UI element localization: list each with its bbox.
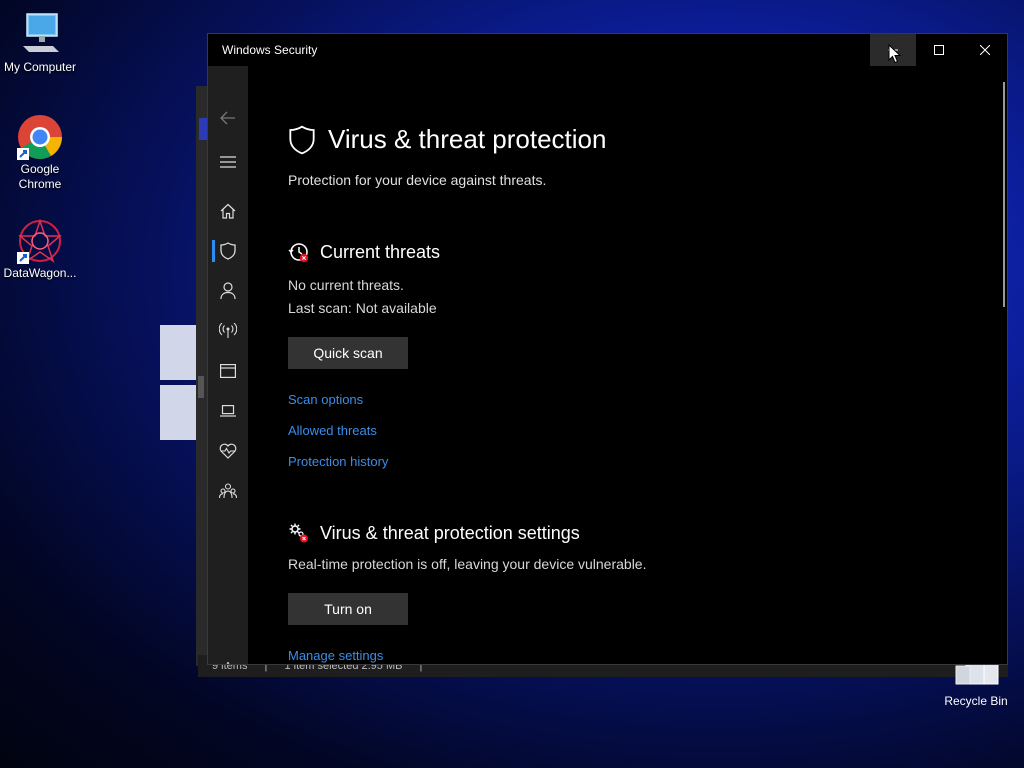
- back-arrow-icon: [220, 111, 235, 125]
- turn-on-button[interactable]: Turn on: [288, 593, 408, 625]
- window-icon: [220, 364, 236, 378]
- windows-security-window: Windows Security Virus & threat protecti…: [207, 33, 1008, 665]
- settings-warning-icon: [289, 523, 308, 543]
- realtime-protection-warning: Real-time protection is off, leaving you…: [288, 556, 647, 572]
- hamburger-icon: [220, 156, 236, 168]
- window-title: Windows Security: [222, 43, 318, 57]
- protection-history-link[interactable]: Protection history: [288, 454, 388, 469]
- laptop-icon: [220, 405, 236, 417]
- maximize-icon: [934, 45, 944, 55]
- nav-virus-threat[interactable]: [208, 233, 248, 269]
- navigation-rail: [208, 66, 248, 664]
- nav-family-options[interactable]: [208, 473, 248, 509]
- page-subtitle: Protection for your device against threa…: [288, 172, 547, 188]
- history-clock-icon: [288, 243, 309, 263]
- datawagon-icon: [17, 218, 63, 264]
- desktop-icon-label: DataWagon...: [3, 266, 77, 280]
- protection-settings-heading: Virus & threat protection settings: [320, 522, 580, 543]
- current-threats-header: Current threats: [288, 241, 440, 263]
- family-icon: [219, 483, 237, 499]
- menu-button[interactable]: [208, 144, 248, 180]
- desktop-icon-label: My Computer: [3, 60, 77, 74]
- nav-account-protection[interactable]: [208, 273, 248, 309]
- main-content: Virus & threat protection Protection for…: [248, 66, 1003, 664]
- threat-status: No current threats.: [288, 277, 404, 293]
- last-scan-text: Last scan: Not available: [288, 300, 437, 316]
- current-threats-heading: Current threats: [320, 241, 441, 262]
- desktop-icon-datawagon[interactable]: DataWagon...: [0, 218, 80, 280]
- quick-scan-button[interactable]: Quick scan: [288, 337, 408, 369]
- scan-options-link[interactable]: Scan options: [288, 392, 363, 407]
- mouse-cursor-icon: [888, 43, 902, 69]
- close-icon: [980, 45, 990, 55]
- protection-settings-header: Virus & threat protection settings: [288, 522, 580, 544]
- nav-home[interactable]: [208, 193, 248, 229]
- home-icon: [220, 203, 236, 219]
- scrollbar-thumb[interactable]: [1003, 82, 1005, 307]
- nav-device-health[interactable]: [208, 433, 248, 469]
- computer-icon: [17, 12, 63, 58]
- desktop-icon-recycle-bin[interactable]: Recycle Bin: [940, 659, 1012, 708]
- nav-app-browser-control[interactable]: [208, 353, 248, 389]
- allowed-threats-link[interactable]: Allowed threats: [288, 423, 377, 438]
- nav-settings[interactable]: [208, 652, 248, 664]
- shield-icon: [220, 242, 236, 260]
- shield-icon: [289, 125, 315, 154]
- desktop-icon-google-chrome[interactable]: Google Chrome: [0, 114, 80, 192]
- gear-icon: [222, 662, 234, 664]
- nav-firewall[interactable]: [208, 313, 248, 349]
- desktop-icon-label: Recycle Bin: [944, 694, 1008, 708]
- maximize-button[interactable]: [916, 34, 962, 66]
- back-button[interactable]: [208, 100, 248, 136]
- nav-device-security[interactable]: [208, 393, 248, 429]
- person-icon: [220, 282, 236, 300]
- page-title: Virus & threat protection: [328, 124, 607, 154]
- windows-logo-wallpaper: [160, 325, 200, 440]
- antenna-icon: [219, 323, 237, 338]
- close-button[interactable]: [962, 34, 1007, 66]
- desktop-icon-label: Google Chrome: [18, 162, 62, 191]
- chrome-icon: [17, 114, 63, 160]
- desktop-icon-my-computer[interactable]: My Computer: [0, 12, 80, 74]
- heart-icon: [219, 443, 237, 459]
- page-header: Virus & threat protection: [288, 124, 606, 155]
- manage-settings-link[interactable]: Manage settings: [288, 648, 383, 663]
